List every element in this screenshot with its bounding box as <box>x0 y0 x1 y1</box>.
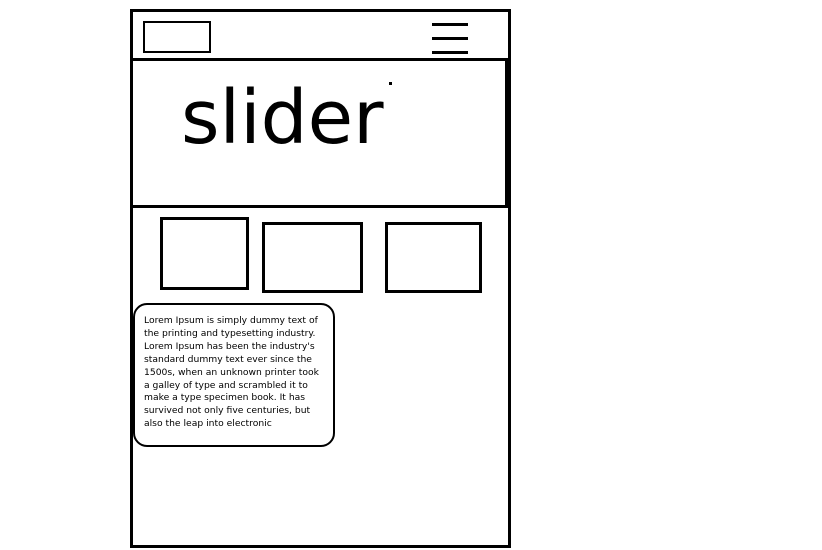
hamburger-menu-icon[interactable] <box>432 23 468 55</box>
content-card-3[interactable] <box>385 222 482 293</box>
logo-placeholder[interactable] <box>143 21 211 53</box>
hamburger-line <box>432 23 468 26</box>
hamburger-line <box>432 37 468 40</box>
hamburger-line <box>432 51 468 54</box>
paragraph-text: Lorem Ipsum is simply dummy text of the … <box>144 315 319 430</box>
text-block: Lorem Ipsum is simply dummy text of the … <box>133 303 335 447</box>
content-card-2[interactable] <box>262 222 363 293</box>
content-card-1[interactable] <box>160 217 249 290</box>
slider-dot <box>389 82 392 85</box>
mobile-wireframe-frame: slider Lorem Ipsum is simply dummy text … <box>130 9 511 548</box>
slider-label: slider <box>181 75 384 161</box>
header-bar <box>133 12 508 60</box>
slider-banner[interactable]: slider <box>130 58 509 208</box>
